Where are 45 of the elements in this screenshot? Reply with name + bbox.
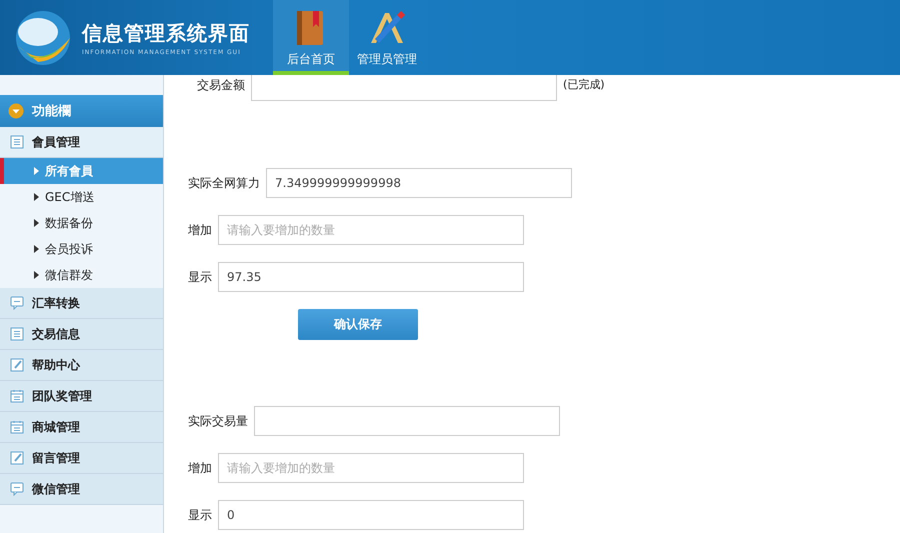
field-label: 实际全网算力: [188, 174, 260, 192]
input-field[interactable]: [254, 406, 560, 436]
sidebar-group[interactable]: 团队奖管理: [0, 381, 163, 412]
field-label: 显示: [188, 506, 212, 524]
sidebar-item[interactable]: 数据备份: [0, 210, 163, 236]
sidebar-group[interactable]: 帮助中心: [0, 350, 163, 381]
sidebar-group[interactable]: 微信管理: [0, 474, 163, 505]
sidebar-group[interactable]: 會員管理: [0, 127, 163, 158]
input-field[interactable]: [251, 75, 557, 101]
input-field[interactable]: 7.349999999999998: [266, 168, 572, 198]
nav-tab[interactable]: 管理员管理: [349, 0, 425, 75]
input-field[interactable]: 请输入要增加的数量: [218, 215, 524, 245]
arrow-icon: [34, 271, 39, 279]
chat-icon: [10, 482, 24, 496]
list-icon: [10, 135, 24, 149]
status-note: (已完成): [563, 77, 605, 92]
chat-icon: [10, 296, 24, 310]
sidebar-item[interactable]: 微信群发: [0, 262, 163, 288]
arrow-icon: [34, 193, 39, 201]
calendar-icon: [10, 420, 24, 434]
input-field[interactable]: 97.35: [218, 262, 524, 292]
nav-tab[interactable]: 后台首页: [273, 0, 349, 75]
edit-icon: [10, 451, 24, 465]
arrow-icon: [34, 167, 39, 175]
calendar-icon: [10, 389, 24, 403]
sidebar-group[interactable]: 汇率转换: [0, 288, 163, 319]
sidebar-item[interactable]: 会员投诉: [0, 236, 163, 262]
sidebar-group[interactable]: 交易信息: [0, 319, 163, 350]
arrow-icon: [34, 245, 39, 253]
sidebar-group[interactable]: 商城管理: [0, 412, 163, 443]
sidebar-group[interactable]: 留言管理: [0, 443, 163, 474]
field-label: 增加: [188, 222, 212, 238]
arrow-icon: [34, 219, 39, 227]
input-field[interactable]: 请输入要增加的数量: [218, 453, 524, 483]
field-label: 实际交易量: [188, 412, 248, 430]
app-title: 信息管理系统界面: [82, 20, 250, 46]
sidebar-item[interactable]: GEC增送: [0, 184, 163, 210]
field-label: 交易金额: [197, 77, 245, 94]
list-icon: [10, 327, 24, 341]
sidebar-title: 功能欄: [32, 103, 71, 120]
field-label: 显示: [188, 268, 212, 286]
edit-icon: [10, 358, 24, 372]
caret-icon: [8, 103, 24, 119]
field-label: 增加: [188, 460, 212, 476]
input-field[interactable]: 0: [218, 500, 524, 530]
